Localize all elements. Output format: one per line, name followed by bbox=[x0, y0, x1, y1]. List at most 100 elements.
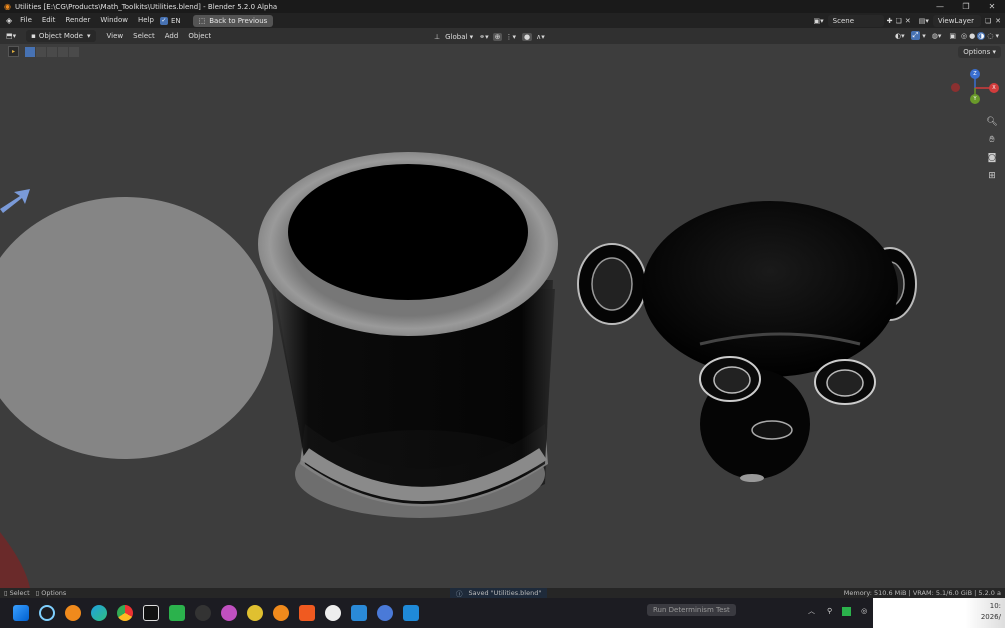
scene-icon[interactable]: ▣▾ bbox=[814, 17, 824, 25]
orientation-selector[interactable]: Global ▾ bbox=[443, 31, 475, 43]
pin-icon[interactable]: ✚ bbox=[887, 17, 893, 25]
remove-scene-icon[interactable]: ✕ bbox=[905, 17, 911, 25]
proportional-editing-icon[interactable]: ● bbox=[521, 33, 533, 41]
assistant-app-icon[interactable] bbox=[195, 605, 211, 621]
menu-object[interactable]: Object bbox=[183, 29, 216, 44]
viewport-header: ⬒▾ ▪ Object Mode ▾ View Select Add Objec… bbox=[0, 28, 1005, 44]
clock-time: 10: bbox=[989, 602, 1001, 610]
windows-taskbar: Run Determinism Test ︿ ⚲ ◎ 10: 2026/ bbox=[0, 598, 1005, 628]
zoom-icon[interactable]: 🔍︎ bbox=[985, 115, 999, 129]
remove-viewlayer-icon[interactable]: ✕ bbox=[995, 17, 1001, 25]
tray-wechat-icon[interactable] bbox=[842, 606, 852, 616]
language-toggle[interactable]: ✓ EN bbox=[159, 16, 181, 25]
editor-type-icon[interactable]: ⬒▾ bbox=[6, 32, 16, 40]
mode-selector[interactable]: ▪ Object Mode ▾ bbox=[26, 30, 96, 42]
pan-hand-icon[interactable]: ✋︎ bbox=[985, 133, 999, 147]
viewlayer-selector[interactable]: ViewLayer bbox=[932, 15, 981, 27]
back-icon: ⬚ bbox=[198, 16, 206, 25]
window-controls: — ❐ ✕ bbox=[927, 0, 1005, 13]
gizmo-dropdown-icon[interactable]: ▾ bbox=[922, 32, 926, 40]
scene-selector[interactable]: Scene bbox=[827, 15, 884, 27]
perspective-grid-icon[interactable]: ⊞ bbox=[985, 169, 999, 183]
edge-browser-icon[interactable] bbox=[91, 605, 107, 621]
everything-search-icon[interactable] bbox=[65, 605, 81, 621]
top-menu-bar: ◈ File Edit Render Window Help ✓ EN ⬚ Ba… bbox=[0, 13, 1005, 28]
overlay-toggle-icon[interactable]: ◍▾ bbox=[932, 32, 942, 40]
network-app-icon[interactable] bbox=[377, 605, 393, 621]
viewlayer-icon[interactable]: ▤▾ bbox=[919, 17, 929, 25]
shading-rendered-icon[interactable]: ◌ bbox=[987, 32, 993, 40]
menu-view[interactable]: View bbox=[102, 29, 129, 44]
shading-material-icon[interactable]: ◑ bbox=[977, 31, 986, 40]
python-app-icon[interactable] bbox=[247, 605, 263, 621]
gizmo-x-axis[interactable]: X bbox=[989, 83, 999, 93]
system-tray: ︿ ⚲ ◎ bbox=[808, 606, 867, 616]
orientation-icon: ⊥ bbox=[434, 33, 441, 41]
chevron-down-icon: ▾ bbox=[87, 32, 91, 40]
shading-solid-icon[interactable]: ● bbox=[969, 32, 975, 40]
visibility-icon[interactable]: ◐▾ bbox=[895, 32, 905, 40]
xray-toggle-icon[interactable]: ▣ bbox=[949, 32, 956, 40]
navigation-gizmo[interactable]: Z X Y bbox=[950, 66, 1000, 106]
gizmo-y-axis[interactable]: Y bbox=[970, 94, 980, 104]
blender-taskbar-icon[interactable] bbox=[273, 605, 289, 621]
saved-message: Saved "Utilities.blend" bbox=[468, 589, 542, 597]
vscode-icon[interactable] bbox=[403, 605, 419, 621]
snap-toggle-icon[interactable]: ⊕ bbox=[492, 33, 503, 41]
gizmo-z-axis[interactable]: Z bbox=[970, 69, 980, 79]
maximize-icon[interactable]: ❐ bbox=[953, 0, 979, 13]
chrome-browser-icon[interactable] bbox=[117, 605, 133, 621]
back-to-previous-label: Back to Previous bbox=[209, 16, 268, 25]
new-viewlayer-icon[interactable]: ❏ bbox=[985, 17, 991, 25]
status-options-label: Options bbox=[41, 589, 67, 597]
sphere-object[interactable] bbox=[0, 197, 273, 459]
menu-select[interactable]: Select bbox=[128, 29, 160, 44]
transform-tools: ⊥ Global ▾ ⚭▾ ⊕ ⋮▾ ● ∧▾ bbox=[434, 31, 545, 43]
cylinder-object[interactable] bbox=[258, 152, 558, 518]
menu-add[interactable]: Add bbox=[160, 29, 184, 44]
menu-render[interactable]: Render bbox=[60, 13, 95, 28]
shading-dropdown-icon[interactable]: ▾ bbox=[995, 32, 999, 40]
taskbar-clock[interactable]: 10: 2026/ bbox=[873, 598, 1005, 628]
orientation-label: Global bbox=[445, 33, 468, 41]
qq-icon[interactable] bbox=[143, 605, 159, 621]
gizmo-neg-x-axis[interactable] bbox=[951, 83, 960, 92]
houdini-icon[interactable] bbox=[299, 605, 315, 621]
camera-view-icon[interactable]: ◙ bbox=[985, 151, 999, 165]
pivot-icon[interactable]: ⚭▾ bbox=[479, 33, 488, 41]
gizmo-toggle-icon[interactable]: ⤢ bbox=[910, 31, 921, 40]
new-scene-icon[interactable]: ❏ bbox=[896, 17, 902, 25]
falloff-icon[interactable]: ∧▾ bbox=[536, 33, 545, 41]
clock-date: 2026/ bbox=[980, 613, 1001, 621]
search-icon[interactable] bbox=[39, 605, 55, 621]
tray-network-icon[interactable]: ◎ bbox=[861, 607, 867, 615]
window-title: Utilities [E:\CG\Products\Math_Toolkits\… bbox=[14, 2, 278, 11]
menu-file[interactable]: File bbox=[15, 13, 37, 28]
mode-label: Object Mode bbox=[38, 32, 83, 40]
viewport-display-tools: ◐▾ ⤢ ▾ ◍▾ ▣ ◎ ● ◑ ◌ ▾ bbox=[895, 31, 999, 40]
3d-viewport[interactable]: ▸ Options ▾ Z X Y 🔍︎ ✋︎ ◙ ⊞ bbox=[0, 44, 1005, 588]
light-arrow-icon bbox=[0, 189, 30, 213]
pet-app-icon[interactable] bbox=[221, 605, 237, 621]
menu-window[interactable]: Window bbox=[95, 13, 133, 28]
shading-wireframe-icon[interactable]: ◎ bbox=[961, 32, 967, 40]
title-bar: ◉ Utilities [E:\CG\Products\Math_Toolkit… bbox=[0, 0, 1005, 13]
suzanne-monkey-object[interactable] bbox=[577, 201, 917, 482]
menu-edit[interactable]: Edit bbox=[37, 13, 61, 28]
unreal-engine-icon[interactable] bbox=[325, 605, 341, 621]
run-determinism-test-button[interactable]: Run Determinism Test bbox=[647, 604, 736, 616]
blender-menu-icon[interactable]: ◈ bbox=[3, 16, 15, 25]
minimize-icon[interactable]: — bbox=[927, 0, 953, 13]
snap-target-icon[interactable]: ⋮▾ bbox=[505, 33, 516, 41]
info-icon: ⓘ bbox=[456, 590, 463, 598]
tray-mic-icon[interactable]: ⚲ bbox=[827, 607, 832, 615]
tray-expand-icon[interactable]: ︿ bbox=[808, 606, 815, 616]
menu-help[interactable]: Help bbox=[133, 13, 159, 28]
language-label: EN bbox=[170, 16, 181, 25]
wechat-icon[interactable] bbox=[169, 605, 185, 621]
blender-logo-icon: ◉ bbox=[4, 2, 11, 11]
back-to-previous-button[interactable]: ⬚ Back to Previous bbox=[192, 14, 274, 27]
windows-start-icon[interactable] bbox=[13, 605, 29, 621]
close-icon[interactable]: ✕ bbox=[979, 0, 1005, 13]
translator-app-icon[interactable] bbox=[351, 605, 367, 621]
